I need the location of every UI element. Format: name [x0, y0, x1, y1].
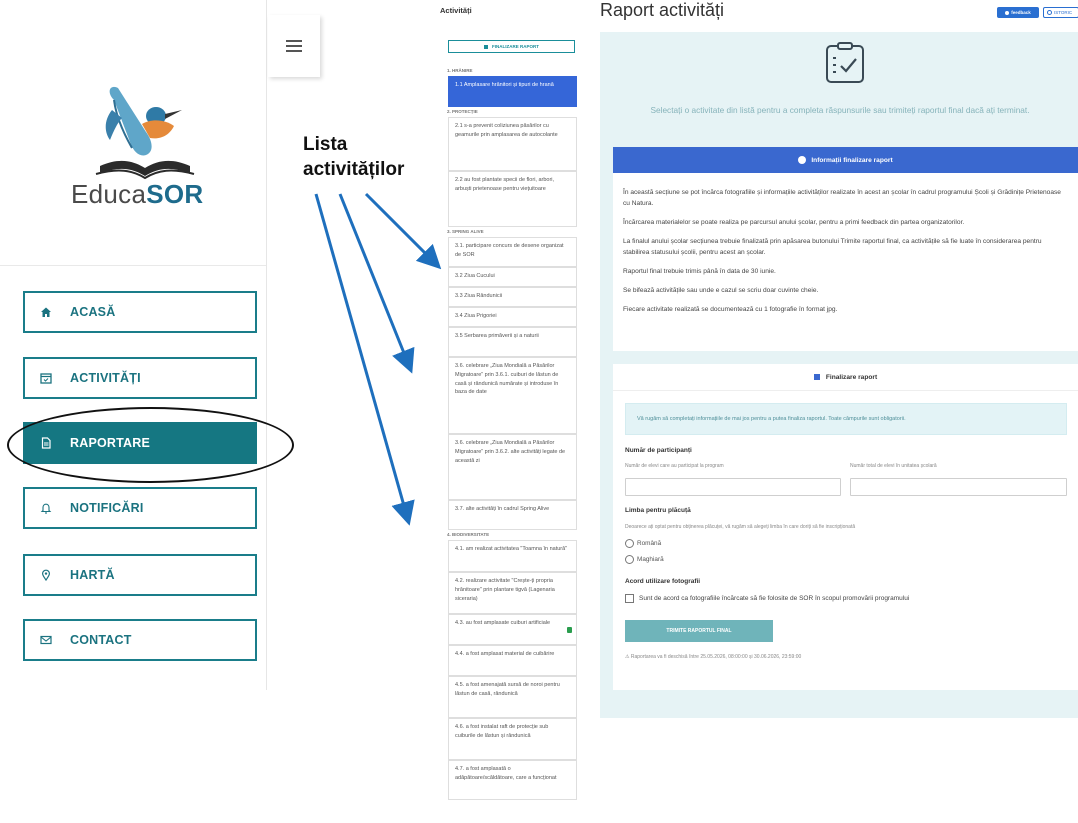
feedback-button[interactable]: feedback: [997, 7, 1039, 18]
section-heading: 2. PROTECȚIE: [447, 109, 478, 114]
nav-home[interactable]: ACASĂ: [23, 291, 257, 333]
arrow-1: [364, 192, 442, 270]
info-paragraph: În această secțiune se pot încărca fotog…: [623, 189, 1061, 207]
participants-input[interactable]: [625, 478, 841, 496]
nav-label: ACTIVITĂȚI: [70, 371, 141, 385]
sidebar-divider: [266, 0, 267, 690]
radio-hungarian[interactable]: Maghiară: [625, 555, 664, 564]
page-title: Raport activități: [600, 0, 725, 20]
flag-icon: [484, 44, 488, 49]
activity-item[interactable]: 2.2 au fost plantate specii de flori, ar…: [448, 171, 577, 227]
section-heading: 1. HRĂNIRE: [447, 68, 473, 73]
nav-contact[interactable]: CONTACT: [23, 619, 257, 661]
photo-consent-label: Acord utilizare fotografii: [625, 578, 701, 585]
radio-romanian[interactable]: Română: [625, 539, 661, 548]
activities-list: FINALIZARE RAPORT 1. HRĂNIRE 1.1 Amplasa…: [446, 40, 577, 800]
flag-icon: [813, 374, 820, 380]
activity-item[interactable]: 2.1 s-a prevenit coliziunea păsărilor cu…: [448, 117, 577, 171]
section-heading: 3. SPRING ALIVE: [447, 229, 484, 234]
activities-title: Activități: [440, 6, 472, 15]
info-card: Informații finalizare raport În această …: [613, 147, 1078, 351]
activity-item[interactable]: 3.1. participare concurs de desene organ…: [448, 237, 577, 267]
participants-hint: Număr de elevi care au participat la pro…: [625, 463, 724, 469]
nav-label: NOTIFICĂRI: [70, 501, 144, 515]
hamburger-icon: [286, 37, 302, 55]
annotation-label: Lista activităților: [303, 134, 405, 180]
history-icon: [1047, 10, 1052, 15]
map-pin-icon: [39, 568, 53, 582]
nav-label: ACASĂ: [70, 305, 116, 319]
highlight-ellipse: [7, 407, 294, 483]
finalize-card-header: Finalizare raport: [613, 364, 1078, 391]
nav-map[interactable]: HARTĂ: [23, 554, 257, 596]
submit-final-report-button[interactable]: TRIMITE RAPORTUL FINAL: [625, 620, 773, 642]
info-paragraph: Încărcarea materialelor se poate realiza…: [623, 219, 965, 226]
info-paragraph: Fiecare activitate realizată se document…: [623, 306, 838, 313]
photo-consent-checkbox[interactable]: Sunt de acord ca fotografiile încărcate …: [625, 594, 909, 603]
feedback-icon: [1005, 10, 1010, 15]
report-instructions: Selectați o activitate din listă pentru …: [650, 105, 1030, 115]
radio-button[interactable]: [625, 555, 634, 564]
reporting-window-note: ⚠ Raportarea va fi deschisă între 25.05.…: [625, 654, 802, 660]
nav-label: CONTACT: [70, 633, 132, 647]
logo-wordmark: EducaSOR: [71, 179, 204, 209]
activity-item[interactable]: 4.1. am realizat activitatea "Toamna în …: [448, 540, 577, 572]
activity-item[interactable]: 3.2 Ziua Cucului: [448, 267, 577, 287]
activity-item[interactable]: 4.2. realizare activitate "Crește-ți pro…: [448, 572, 577, 614]
nav-label: HARTĂ: [70, 568, 115, 582]
total-students-hint: Număr total de elevi în unitatea școlară: [850, 463, 937, 469]
language-label: Limba pentru plăcuță: [625, 507, 691, 514]
participants-label: Număr de participanți: [625, 447, 692, 454]
checklist-icon: [826, 42, 864, 83]
activity-item[interactable]: 4.5. a fost amenajată sursă de noroi pen…: [448, 676, 577, 718]
activity-item[interactable]: 3.6. celebrare „Ziua Mondială a Păsărilo…: [448, 357, 577, 434]
radio-button[interactable]: [625, 539, 634, 548]
activity-item[interactable]: 3.4 Ziua Prigoriei: [448, 307, 577, 327]
history-button[interactable]: ISTORIC: [1043, 7, 1078, 18]
activity-item[interactable]: 1.1 Amplasare hrănitori și tipuri de hra…: [448, 76, 577, 107]
nav-activities[interactable]: ACTIVITĂȚI: [23, 357, 257, 399]
finalize-notice: Vă rugăm să completați informațiile de m…: [625, 403, 1067, 435]
mail-icon: [39, 633, 53, 647]
checkbox[interactable]: [625, 594, 634, 603]
sidebar-separator: [0, 265, 266, 266]
info-paragraph: Se bifează activitățile sau unde e cazul…: [623, 287, 819, 294]
info-icon: [798, 156, 807, 164]
activity-item[interactable]: 4.4. a fost amplasat material de cuibări…: [448, 645, 577, 676]
activity-item[interactable]: 3.7. alte activități în cadrul Spring Al…: [448, 500, 577, 530]
bell-icon: [39, 501, 53, 515]
section-heading: 4. BIODIVERSITATE: [447, 532, 490, 537]
info-card-header: Informații finalizare raport: [613, 147, 1078, 173]
activity-item[interactable]: 3.3 Ziua Rândunicii: [448, 287, 577, 307]
arrow-3: [314, 193, 415, 526]
calendar-icon: [39, 371, 53, 385]
total-students-input[interactable]: [850, 478, 1067, 496]
lock-icon: [567, 626, 572, 633]
home-icon: [39, 305, 53, 319]
menu-toggle-button[interactable]: [268, 15, 320, 77]
nav-notifications[interactable]: NOTIFICĂRI: [23, 487, 257, 529]
info-paragraph: Raportul final trebuie trimis până în da…: [623, 268, 776, 275]
activity-item[interactable]: 3.6. celebrare „Ziua Mondială a Păsărilo…: [448, 434, 577, 500]
arrow-2: [338, 193, 415, 374]
activity-item[interactable]: 4.6. a fost instalat raft de protecție s…: [448, 718, 577, 760]
info-paragraph: La finalul anului școlar secțiunea trebu…: [623, 238, 1042, 256]
language-hint: Deoarece ați optat pentru obținerea plăc…: [625, 524, 856, 530]
finalize-card: Finalizare raport Vă rugăm să completați…: [613, 364, 1078, 690]
finalize-report-button[interactable]: FINALIZARE RAPORT: [448, 40, 575, 53]
activity-item[interactable]: 4.3. au fost amplasate cuiburi artificia…: [448, 614, 577, 645]
activity-item[interactable]: 4.7. a fost amplasată o adăpătoare/scăld…: [448, 760, 577, 800]
activity-item[interactable]: 3.5 Serbarea primăverii și a naturii: [448, 327, 577, 357]
